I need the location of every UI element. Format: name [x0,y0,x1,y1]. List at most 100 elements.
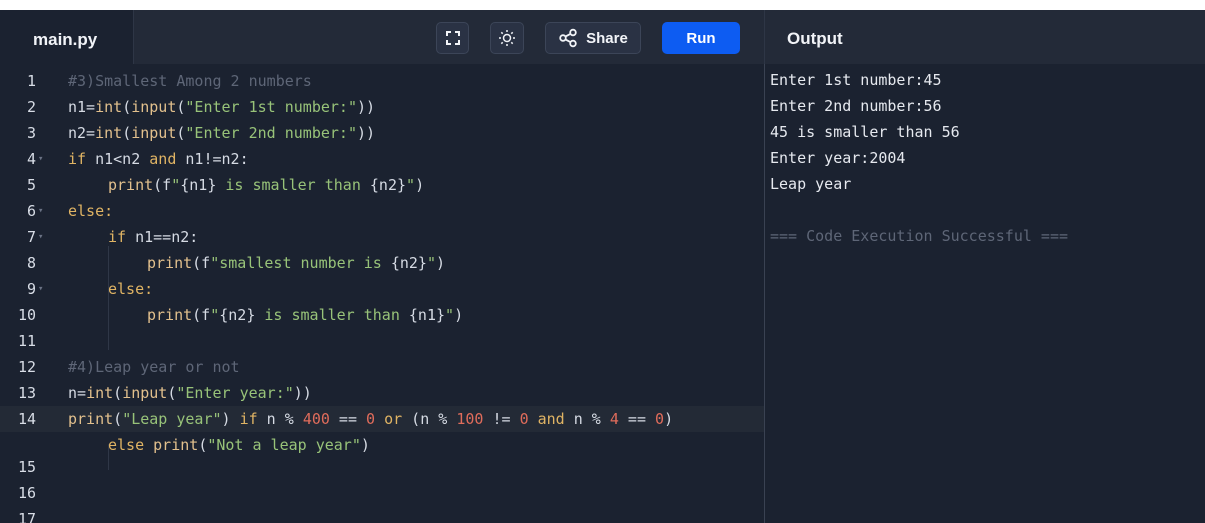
comment: #3)Smallest Among 2 numbers [68,72,312,90]
share-button[interactable]: Share [545,22,641,54]
code-token: input [131,98,177,116]
code-token: " [426,254,436,272]
code-token: " [210,306,220,324]
code-token: ( [122,124,132,142]
code-token: else [108,436,145,454]
code-line: 4 ▾ if n1<n2 and n1!=n2: [0,146,764,172]
theme-toggle-button[interactable] [490,22,524,54]
line-number: 9 [26,280,36,298]
code-token: {n2} [369,176,407,194]
output-line: Enter 2nd number:56 [770,97,942,115]
code-token: ( [122,98,132,116]
code-token: if [68,150,87,168]
code-token: and [149,150,177,168]
share-label: Share [586,29,628,47]
fullscreen-button[interactable] [436,22,469,54]
line-number: 3 [26,124,36,142]
code-token: " [445,306,455,324]
code-editor[interactable]: 1 #3)Smallest Among 2 numbers 2 n1=int(i… [0,64,764,523]
code-line-active: 14 print("Leap year") if n % 400 == 0 or… [0,406,764,432]
code-token: (f [153,176,172,194]
code-line: 16 [0,480,764,506]
line-number: 7 [26,228,36,246]
code-token: print [147,254,193,272]
line-number: 8 [26,254,36,272]
code-token: int [95,98,123,116]
output-line: Leap year [770,175,852,193]
code-token: {n2} [219,306,256,324]
fold-arrow-icon[interactable]: ▾ [38,198,43,224]
code-token: else: [108,280,154,298]
output-title: Output [787,29,843,48]
code-token: n1<n2 [86,150,150,168]
code-token: (f [192,306,211,324]
code-token: ( [113,384,123,402]
code-token: {n2} [390,254,427,272]
panel-divider[interactable] [764,64,765,523]
output-line: 45 is smaller than 56 [770,123,960,141]
fold-arrow-icon[interactable]: ▾ [38,146,43,172]
code-token: 4 [609,410,619,428]
fullscreen-icon [445,31,460,45]
code-line: 7 ▾ if n1==n2: [0,224,764,250]
code-token: (f [192,254,211,272]
code-token: 0 [519,410,529,428]
code-token: " [406,176,416,194]
run-button[interactable]: Run [662,22,740,54]
line-number: 10 [17,306,36,324]
line-number: 16 [17,484,36,502]
code-token: ) [454,306,464,324]
line-number: 14 [17,410,36,428]
code-token: n1==n2: [126,228,199,246]
code-token: ( [113,410,123,428]
code-token: 0 [366,410,376,428]
code-token: "Enter year:" [176,384,294,402]
code-token: "smallest number is [210,254,391,272]
code-token: else: [68,202,114,220]
code-token: "Enter 1st number:" [185,98,357,116]
execution-status: === Code Execution Successful === [770,227,1069,245]
code-token: ) [360,436,370,454]
fold-arrow-icon[interactable]: ▾ [38,224,43,250]
line-number: 12 [17,358,36,376]
code-token: if [108,228,127,246]
code-token: print [68,410,114,428]
code-token: n1!=n2: [176,150,249,168]
code-token: n % [564,410,610,428]
code-token: n1= [68,98,96,116]
code-line: 5 print(f"{n1} is smaller than {n2}") [0,172,764,198]
code-token: == [618,410,656,428]
code-token: int [86,384,114,402]
code-token: if [239,410,258,428]
code-token: (n % [402,410,457,428]
code-line: 11 [0,328,764,354]
code-token: int [95,124,123,142]
code-token: {n1} [408,306,446,324]
code-token: " [171,176,181,194]
line-number: 13 [17,384,36,402]
code-token: == [329,410,367,428]
code-line: 2 n1=int(input("Enter 1st number:")) [0,94,764,120]
code-token: ) [436,254,446,272]
code-token: )) [293,384,312,402]
code-token: ) [415,176,425,194]
sun-icon [499,30,515,46]
code-token: or [384,410,403,428]
line-number: 1 [26,72,36,90]
comment: #4)Leap year or not [68,358,240,376]
output-line: Enter year:2004 [770,149,906,167]
code-line: 12 #4)Leap year or not [0,354,764,380]
line-number: 4 [26,150,36,168]
file-tab-main-py[interactable]: main.py [0,10,134,64]
code-token: ( [198,436,208,454]
fold-arrow-icon[interactable]: ▾ [38,276,43,302]
output-panel: Enter 1st number:45 Enter 2nd number:56 … [770,67,1200,249]
code-token: != [483,410,520,428]
code-token: 0 [655,410,665,428]
code-line: 13 n=int(input("Enter year:")) [0,380,764,406]
code-token: "Enter 2nd number:" [185,124,357,142]
code-token: print [153,436,199,454]
code-line: 9 ▾ else: [0,276,764,302]
